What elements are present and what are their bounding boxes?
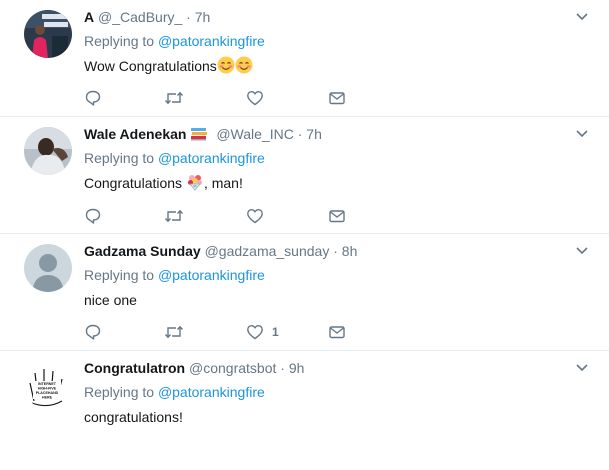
- display-name[interactable]: A: [84, 9, 94, 25]
- avatar[interactable]: [24, 244, 72, 292]
- replying-to-label: Replying to: [84, 267, 155, 283]
- username[interactable]: @gadzama_sunday: [205, 243, 330, 259]
- avatar[interactable]: INTERNET HIGH-FIVE PLACEHAND HERE: [24, 361, 72, 409]
- tweet-actions: [84, 88, 364, 108]
- tweet-text-content: Congratulations: [84, 175, 183, 191]
- tweet-text: nice one: [84, 290, 137, 310]
- retweet-button[interactable]: [164, 322, 192, 342]
- tweet-header: Congratulatron @congratsbot · 9h: [84, 359, 304, 377]
- tweet-cadbury[interactable]: A @_CadBury_ · 7h Replying to @patoranki…: [0, 0, 609, 117]
- tweet-text-suffix: , man!: [203, 175, 243, 191]
- username[interactable]: @congratsbot: [189, 360, 276, 376]
- envelope-icon: [329, 326, 345, 339]
- like-button[interactable]: [246, 88, 272, 108]
- tweet-gadzama-sunday[interactable]: Gadzama Sunday @gadzama_sunday · 8h Repl…: [0, 234, 609, 351]
- tweet-header: Wale Adenekan @Wale_INC · 7h: [84, 125, 322, 143]
- tweet-text-content: congratulations!: [84, 409, 183, 425]
- timestamp[interactable]: 9h: [289, 360, 305, 376]
- tweet-header: Gadzama Sunday @gadzama_sunday · 8h: [84, 242, 357, 260]
- reply-feed: A @_CadBury_ · 7h Replying to @patoranki…: [0, 0, 609, 470]
- reply-icon: [85, 324, 101, 340]
- reply-button[interactable]: [84, 206, 110, 226]
- separator-dot: ·: [333, 243, 338, 259]
- smiling-face-with-smiling-eyes-icon: [217, 56, 235, 74]
- default-avatar-icon: [24, 244, 72, 292]
- chevron-down-icon[interactable]: [575, 129, 589, 139]
- display-name[interactable]: Gadzama Sunday: [84, 243, 201, 259]
- tweet-text: Congratulations , man!: [84, 173, 243, 193]
- retweet-icon: [164, 325, 184, 339]
- like-button[interactable]: 1: [246, 322, 279, 342]
- tweet-text-content: Wow Congratulations: [84, 58, 217, 74]
- envelope-icon: [329, 92, 345, 105]
- reply-icon: [85, 90, 101, 106]
- username[interactable]: @Wale_INC: [216, 126, 294, 142]
- replying-to: Replying to @patorankingfire: [84, 383, 265, 401]
- timestamp[interactable]: 7h: [195, 9, 211, 25]
- tweet-congratulatron[interactable]: INTERNET HIGH-FIVE PLACEHAND HERE Congra…: [0, 351, 609, 470]
- chevron-down-icon[interactable]: [575, 363, 589, 373]
- timestamp[interactable]: 7h: [306, 126, 322, 142]
- tweet-text-content: nice one: [84, 292, 137, 308]
- envelope-icon: [329, 210, 345, 223]
- tweet-text: Wow Congratulations: [84, 56, 253, 76]
- tweet-wale-adenekan[interactable]: Wale Adenekan @Wale_INC · 7h Replying to…: [0, 117, 609, 234]
- separator-dot: ·: [297, 126, 303, 142]
- mention-link[interactable]: @patorankingfire: [158, 33, 265, 49]
- display-name[interactable]: Wale Adenekan: [84, 126, 186, 142]
- reply-icon: [85, 208, 101, 224]
- tweet-text: congratulations!: [84, 407, 183, 427]
- heart-icon: [247, 91, 263, 106]
- books-icon: [191, 128, 208, 141]
- mention-link[interactable]: @patorankingfire: [158, 384, 265, 400]
- reply-button[interactable]: [84, 88, 110, 108]
- replying-to: Replying to @patorankingfire: [84, 32, 265, 50]
- retweet-button[interactable]: [164, 88, 192, 108]
- replying-to: Replying to @patorankingfire: [84, 149, 265, 167]
- direct-message-button[interactable]: [328, 322, 346, 342]
- like-button[interactable]: [246, 206, 272, 226]
- avatar-sign-line-4: HERE: [42, 396, 53, 400]
- avatar[interactable]: [24, 10, 72, 58]
- bouquet-icon: [187, 175, 202, 191]
- replying-to-label: Replying to: [84, 384, 155, 400]
- replying-to-label: Replying to: [84, 150, 155, 166]
- timestamp[interactable]: 8h: [342, 243, 358, 259]
- display-name[interactable]: Congratulatron: [84, 360, 185, 376]
- high-five-hand-icon: INTERNET HIGH-FIVE PLACEHAND HERE: [24, 361, 72, 409]
- like-count: 1: [272, 325, 279, 339]
- username[interactable]: @_CadBury_: [98, 9, 182, 25]
- tweet-header: A @_CadBury_ · 7h: [84, 8, 210, 26]
- tweet-actions: [84, 206, 364, 226]
- chevron-down-icon[interactable]: [575, 246, 589, 256]
- avatar-sign-line-1: INTERNET: [38, 382, 57, 386]
- direct-message-button[interactable]: [328, 206, 346, 226]
- separator-dot: ·: [280, 360, 285, 376]
- retweet-icon: [164, 91, 184, 105]
- avatar-image: [24, 127, 72, 175]
- heart-icon: [247, 325, 263, 340]
- tweet-actions: 1: [84, 322, 364, 342]
- heart-icon: [247, 209, 263, 224]
- avatar[interactable]: [24, 127, 72, 175]
- mention-link[interactable]: @patorankingfire: [158, 267, 265, 283]
- mention-link[interactable]: @patorankingfire: [158, 150, 265, 166]
- retweet-button[interactable]: [164, 206, 192, 226]
- replying-to-label: Replying to: [84, 33, 155, 49]
- avatar-image: [24, 10, 72, 58]
- reply-button[interactable]: [84, 322, 110, 342]
- avatar-sign-line-2: HIGH-FIVE: [38, 387, 57, 391]
- replying-to: Replying to @patorankingfire: [84, 266, 265, 284]
- separator-dot: ·: [186, 9, 191, 25]
- avatar-sign-line-3: PLACEHAND: [36, 391, 59, 395]
- smiling-face-with-smiling-eyes-icon: [235, 56, 253, 74]
- chevron-down-icon[interactable]: [575, 12, 589, 22]
- retweet-icon: [164, 209, 184, 223]
- direct-message-button[interactable]: [328, 88, 346, 108]
